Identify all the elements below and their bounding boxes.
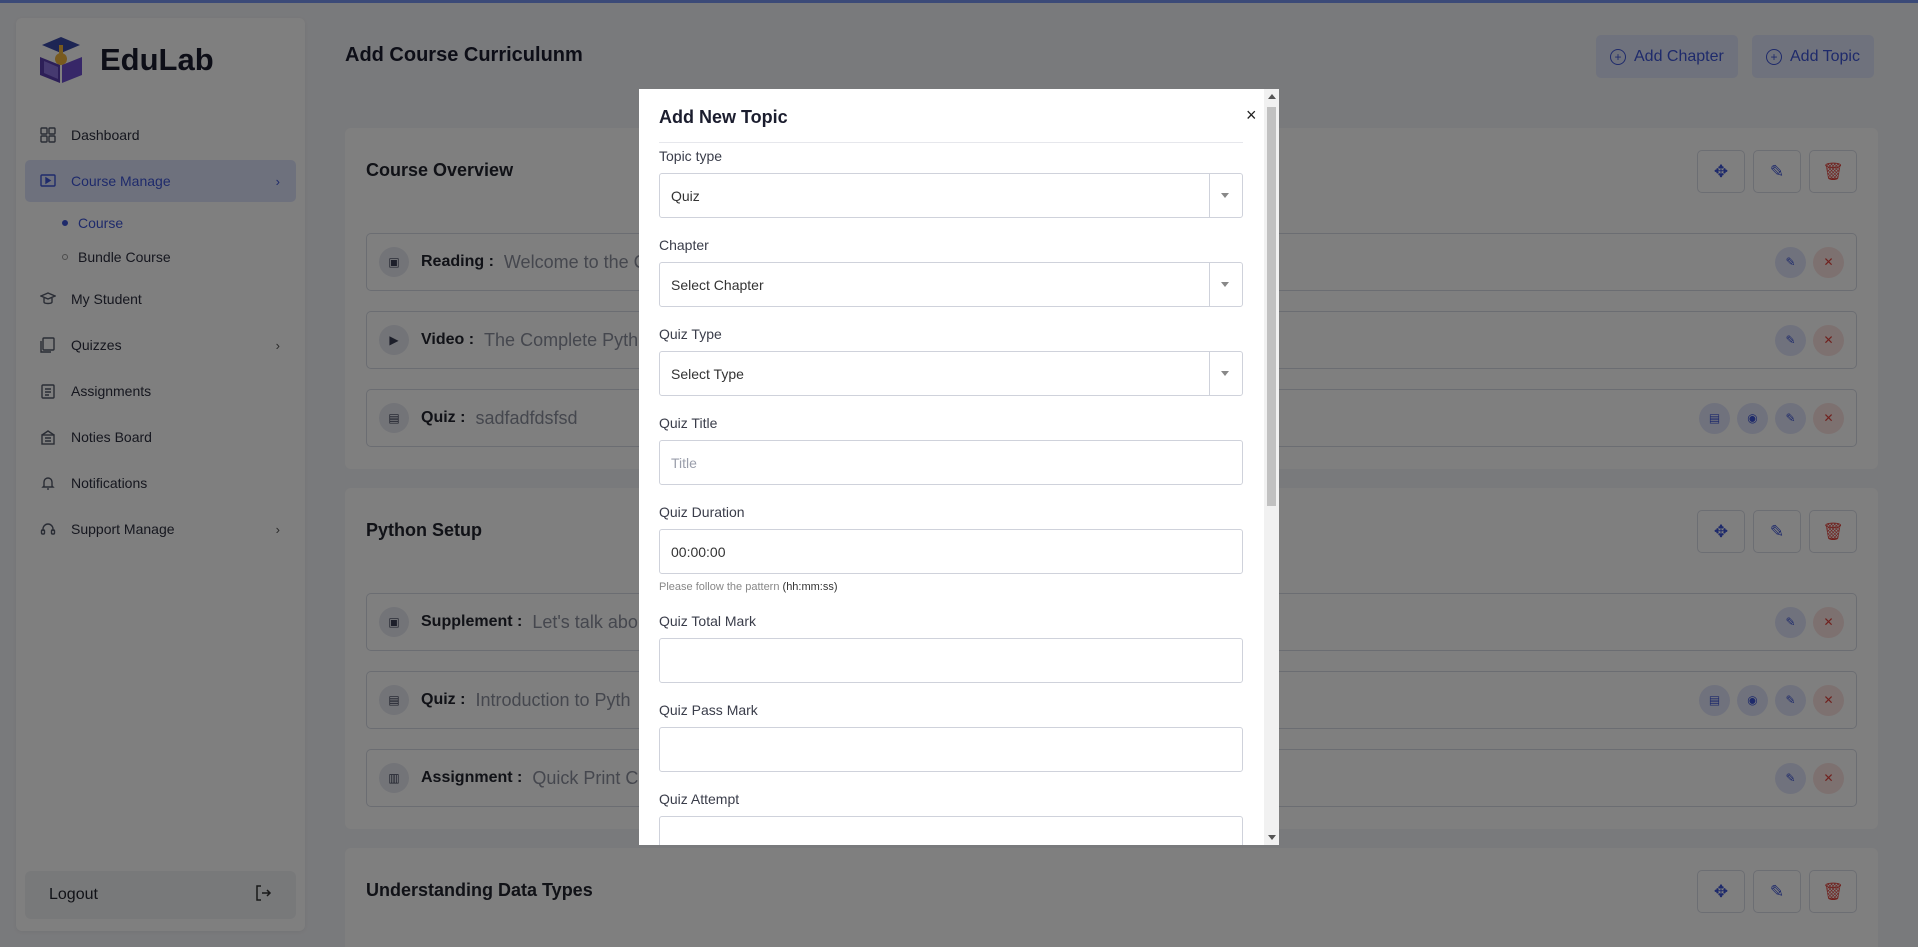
quiz-title-input[interactable]: Title bbox=[659, 440, 1243, 485]
scrollbar-thumb[interactable] bbox=[1267, 107, 1276, 506]
help-text: Please follow the pattern bbox=[659, 581, 780, 593]
quiz-total-mark-input[interactable] bbox=[659, 638, 1243, 683]
chapter-value: Select Chapter bbox=[671, 276, 764, 293]
quiz-title-label: Quiz Title bbox=[659, 415, 718, 431]
modal-title: Add New Topic bbox=[659, 107, 788, 127]
caret-down-icon bbox=[1221, 371, 1229, 376]
modal-scrollbar[interactable] bbox=[1264, 89, 1279, 845]
help-pattern: (hh:mm:ss) bbox=[782, 581, 838, 593]
quiz-duration-value: 00:00:00 bbox=[671, 543, 726, 560]
scroll-up-arrow-icon[interactable] bbox=[1268, 94, 1276, 99]
quiz-attempt-label: Quiz Attempt bbox=[659, 791, 740, 807]
chapter-label: Chapter bbox=[659, 237, 709, 253]
quiz-duration-help: Please follow the pattern (hh:mm:ss) bbox=[659, 581, 838, 593]
quiz-duration-label: Quiz Duration bbox=[659, 504, 745, 520]
quiz-pass-mark-label: Quiz Pass Mark bbox=[659, 702, 758, 718]
caret-down-icon bbox=[1221, 193, 1229, 198]
modal-content: Add New Topic × Topic type Quiz Chapter … bbox=[639, 89, 1264, 845]
quiz-type-value: Select Type bbox=[671, 365, 744, 382]
scroll-down-arrow-icon[interactable] bbox=[1268, 835, 1276, 840]
add-topic-modal: Add New Topic × Topic type Quiz Chapter … bbox=[639, 89, 1279, 845]
chapter-select[interactable]: Select Chapter bbox=[659, 262, 1243, 307]
close-icon[interactable]: × bbox=[1246, 105, 1257, 126]
quiz-duration-input[interactable]: 00:00:00 bbox=[659, 529, 1243, 574]
topic-type-value: Quiz bbox=[671, 187, 700, 204]
top-accent-line bbox=[0, 0, 1918, 3]
quiz-type-select[interactable]: Select Type bbox=[659, 351, 1243, 396]
quiz-type-label: Quiz Type bbox=[659, 326, 722, 342]
caret-down-icon bbox=[1221, 282, 1229, 287]
quiz-total-mark-label: Quiz Total Mark bbox=[659, 613, 756, 629]
quiz-attempt-input[interactable] bbox=[659, 816, 1243, 845]
quiz-title-placeholder: Title bbox=[671, 454, 697, 471]
quiz-pass-mark-input[interactable] bbox=[659, 727, 1243, 772]
topic-type-select[interactable]: Quiz bbox=[659, 173, 1243, 218]
topic-type-label: Topic type bbox=[659, 148, 723, 164]
modal-divider bbox=[659, 142, 1243, 143]
